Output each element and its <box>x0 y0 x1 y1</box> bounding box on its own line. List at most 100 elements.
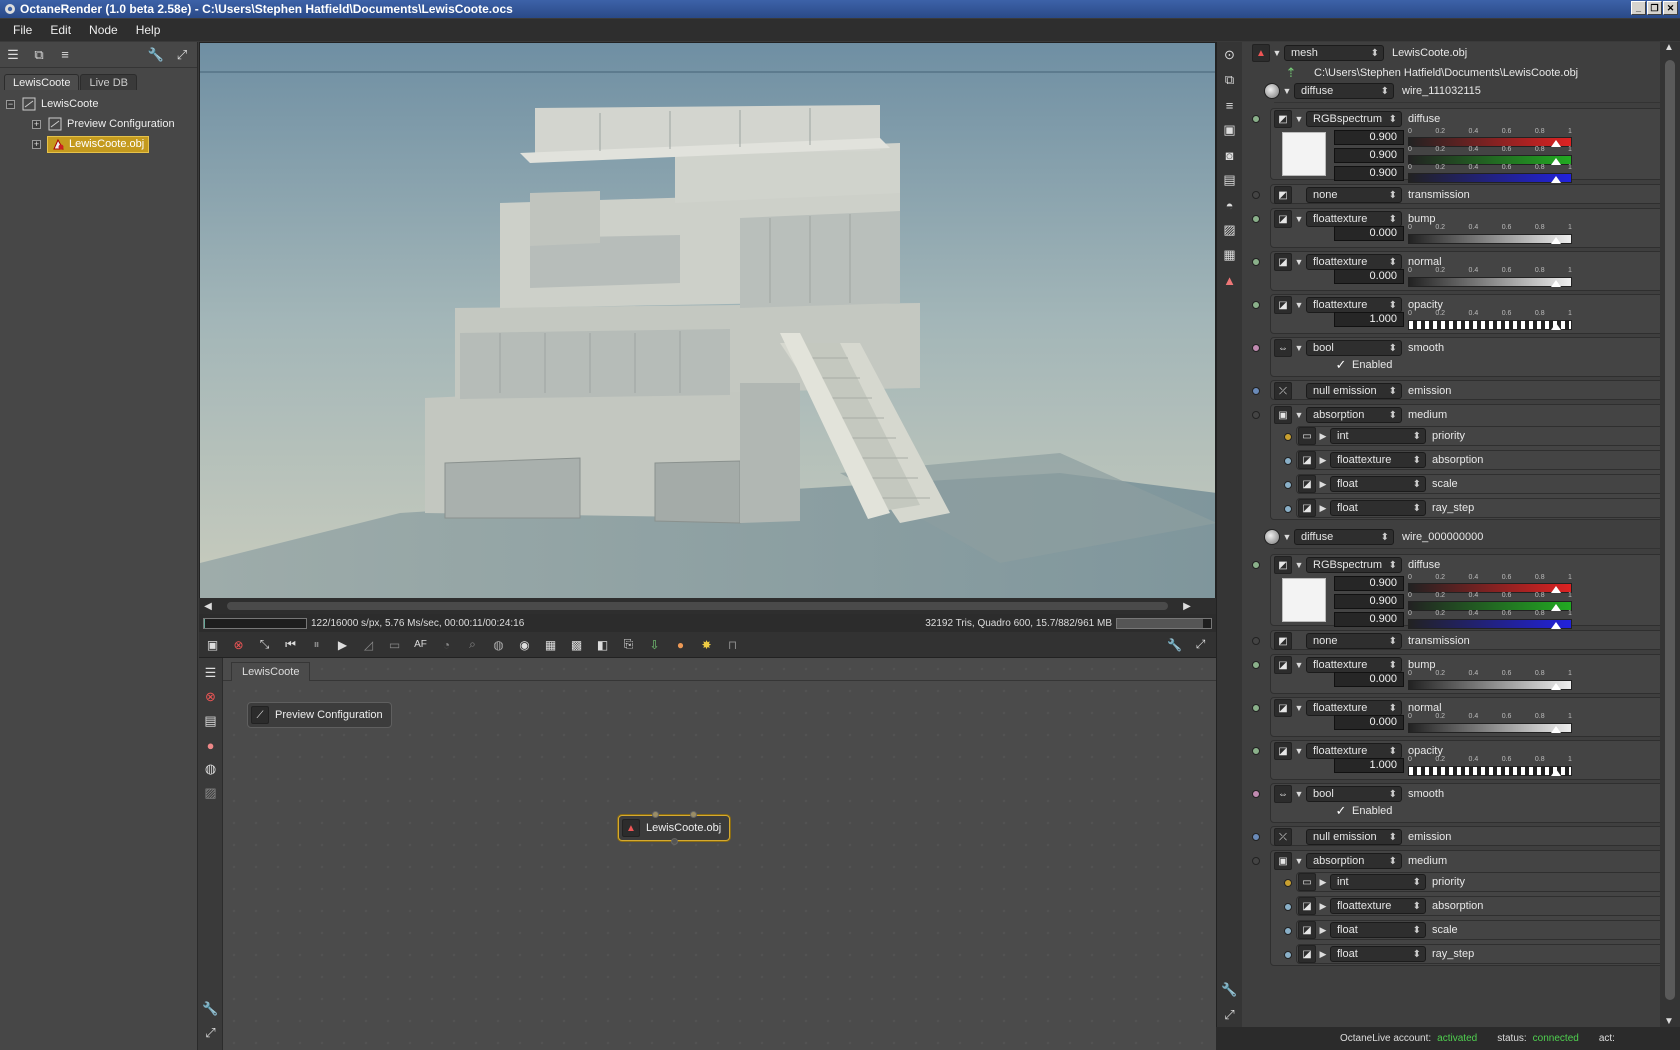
collapse-icon[interactable]: ▼ <box>1292 214 1306 224</box>
menu-file[interactable]: File <box>4 23 41 37</box>
environment-icon[interactable]: ◓ <box>1221 196 1239 214</box>
slider-handle[interactable] <box>1551 323 1561 330</box>
collapse-icon[interactable]: ▼ <box>1292 410 1306 420</box>
diffuse-g-field[interactable]: 0.900 <box>1334 594 1404 609</box>
normal-type-select[interactable]: floattexture <box>1306 700 1402 716</box>
medium-type-select[interactable]: absorption <box>1306 853 1402 869</box>
slider-handle[interactable] <box>1551 176 1561 183</box>
inspector-scrollbar[interactable]: ▲ ▼ <box>1660 42 1680 1027</box>
wrench-icon[interactable]: 🔧 <box>147 46 165 64</box>
scale-type-select[interactable]: float <box>1330 476 1426 492</box>
lock-icon[interactable]: ⊓ <box>723 635 742 654</box>
param-pin[interactable] <box>1252 637 1260 645</box>
param-pin[interactable] <box>1252 747 1260 755</box>
wrench-icon[interactable]: 🔧 <box>1165 635 1184 654</box>
compare-icon[interactable]: ◧ <box>593 635 612 654</box>
collapse-icon[interactable]: ▼ <box>1292 660 1306 670</box>
expand-toggle-icon[interactable]: + <box>32 119 41 129</box>
param-pin[interactable] <box>1252 215 1260 223</box>
scroll-down-icon[interactable]: ▼ <box>1664 1016 1674 1027</box>
region-render-icon[interactable]: ▦ <box>541 635 560 654</box>
collapse-icon[interactable]: ▼ <box>1270 48 1284 58</box>
collapse-icon[interactable]: ▼ <box>1280 532 1294 542</box>
light-icon[interactable]: ✸ <box>697 635 716 654</box>
param-pin[interactable] <box>1252 704 1260 712</box>
collapse-icon[interactable]: ≡ <box>56 46 74 64</box>
autofocus-icon[interactable]: AF <box>411 635 430 654</box>
bump-value-field[interactable]: 0.000 <box>1334 672 1404 687</box>
camera-icon[interactable]: ◙ <box>1221 146 1239 164</box>
tree-item-root[interactable]: − LewisCoote <box>6 94 191 114</box>
fullscreen-icon[interactable]: ⤢ <box>202 1024 220 1042</box>
monitor-icon[interactable]: ▭ <box>385 635 404 654</box>
bump-slider[interactable] <box>1408 234 1572 244</box>
smooth-checkbox[interactable]: ✓ <box>1334 357 1348 372</box>
selected-mesh-item[interactable]: LewisCoote.obj <box>47 135 150 153</box>
input-pin[interactable] <box>690 811 697 818</box>
slider-handle[interactable] <box>1551 769 1561 776</box>
diffuse-r-field[interactable]: 0.900 <box>1334 130 1404 145</box>
collapse-icon[interactable]: ▼ <box>1292 856 1306 866</box>
texture-icon[interactable]: ▨ <box>1221 221 1239 239</box>
normal-slider[interactable] <box>1408 277 1572 287</box>
color-swatch[interactable] <box>1282 132 1326 176</box>
scroll-thumb[interactable] <box>1665 60 1675 1000</box>
expand-icon[interactable]: ▶ <box>1316 431 1330 442</box>
resize-icon[interactable]: ⤡ <box>255 635 274 654</box>
restart-icon[interactable]: ⏮ <box>281 635 300 654</box>
bump-type-select[interactable]: floattexture <box>1306 657 1402 673</box>
save-render-icon[interactable]: ▣ <box>203 635 222 654</box>
image-node-icon[interactable]: ▨ <box>202 784 220 802</box>
material-picker-icon[interactable]: ● <box>671 635 690 654</box>
bump-slider[interactable] <box>1408 680 1572 690</box>
opacity-type-select[interactable]: floattexture <box>1306 297 1402 313</box>
param-pin[interactable] <box>1252 344 1260 352</box>
add-node-icon[interactable]: ▤ <box>202 712 220 730</box>
param-pin[interactable] <box>1252 661 1260 669</box>
import-icon[interactable]: ⇩ <box>645 635 664 654</box>
param-pin[interactable] <box>1284 927 1292 935</box>
material-type-select[interactable]: diffuse <box>1294 529 1394 545</box>
opacity-type-select[interactable]: floattexture <box>1306 743 1402 759</box>
zoom-icon[interactable]: ⌕ <box>463 635 482 654</box>
lock-viewport-icon[interactable]: ◍ <box>489 635 508 654</box>
param-pin[interactable] <box>1284 505 1292 513</box>
diffuse-b-slider[interactable] <box>1408 173 1572 183</box>
ray_step-type-select[interactable]: float <box>1330 500 1426 516</box>
focus-picker-icon[interactable]: ◿ <box>359 635 378 654</box>
clear-icon[interactable]: ⊗ <box>229 635 248 654</box>
checker-icon[interactable]: ▩ <box>567 635 586 654</box>
minimize-button[interactable]: _ <box>1631 1 1646 15</box>
close-button[interactable]: ✕ <box>1663 1 1678 15</box>
image-icon[interactable]: ▣ <box>1221 121 1239 139</box>
diffuse-g-field[interactable]: 0.900 <box>1334 148 1404 163</box>
param-pin[interactable] <box>1284 457 1292 465</box>
transmission-type-select[interactable]: none <box>1306 633 1402 649</box>
expand-icon[interactable]: ▶ <box>1316 503 1330 514</box>
param-pin[interactable] <box>1252 561 1260 569</box>
collapse-icon[interactable]: ▼ <box>1280 86 1294 96</box>
param-pin[interactable] <box>1252 833 1260 841</box>
param-pin[interactable] <box>1284 879 1292 887</box>
wrench-icon[interactable]: 🔧 <box>1221 981 1239 999</box>
normal-type-select[interactable]: floattexture <box>1306 254 1402 270</box>
pause-icon[interactable]: ⏸ <box>307 635 326 654</box>
priority-type-select[interactable]: int <box>1330 874 1426 890</box>
ray_step-type-select[interactable]: float <box>1330 946 1426 962</box>
expand-icon[interactable]: ▶ <box>1316 949 1330 960</box>
diffuse-b-field[interactable]: 0.900 <box>1334 612 1404 627</box>
clear-graph-icon[interactable]: ⊗ <box>202 688 220 706</box>
param-pin[interactable] <box>1284 433 1292 441</box>
slider-handle[interactable] <box>1551 280 1561 287</box>
outliner-list-icon[interactable]: ☰ <box>4 46 22 64</box>
emission-type-select[interactable]: null emission <box>1306 829 1402 845</box>
network-icon[interactable]: ▦ <box>1221 246 1239 264</box>
normal-value-field[interactable]: 0.000 <box>1334 269 1404 284</box>
diffuse-type-select[interactable]: RGBspectrum <box>1306 557 1402 573</box>
opacity-value-field[interactable]: 1.000 <box>1334 312 1404 327</box>
wrench-icon[interactable]: 🔧 <box>202 1000 220 1018</box>
param-pin[interactable] <box>1252 301 1260 309</box>
graph-list-icon[interactable]: ☰ <box>202 664 220 682</box>
white-balance-icon[interactable]: ◔ <box>437 635 456 654</box>
slider-handle[interactable] <box>1551 622 1561 629</box>
